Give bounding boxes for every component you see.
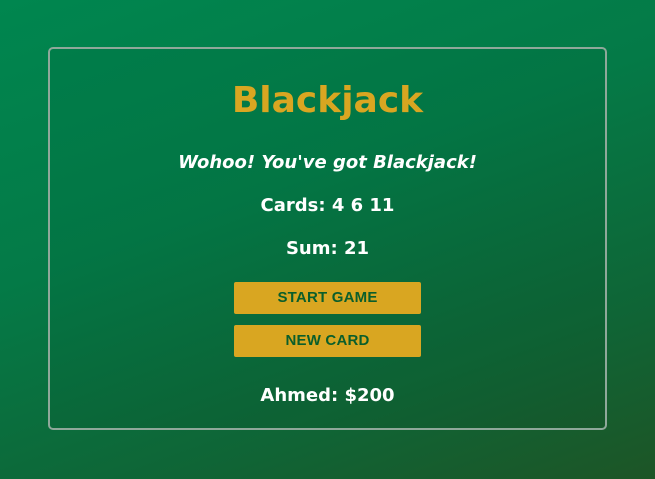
sum-text: Sum: 21 — [285, 238, 370, 259]
game-panel: Blackjack Wohoo! You've got Blackjack! C… — [48, 47, 607, 430]
game-title: Blackjack — [231, 80, 424, 121]
cards-text: Cards: 4 6 11 — [260, 195, 395, 216]
start-game-button[interactable]: START GAME — [234, 282, 421, 314]
new-card-button[interactable]: NEW CARD — [234, 325, 421, 357]
player-info: Ahmed: $200 — [260, 385, 395, 406]
message-text: Wohoo! You've got Blackjack! — [178, 152, 477, 173]
